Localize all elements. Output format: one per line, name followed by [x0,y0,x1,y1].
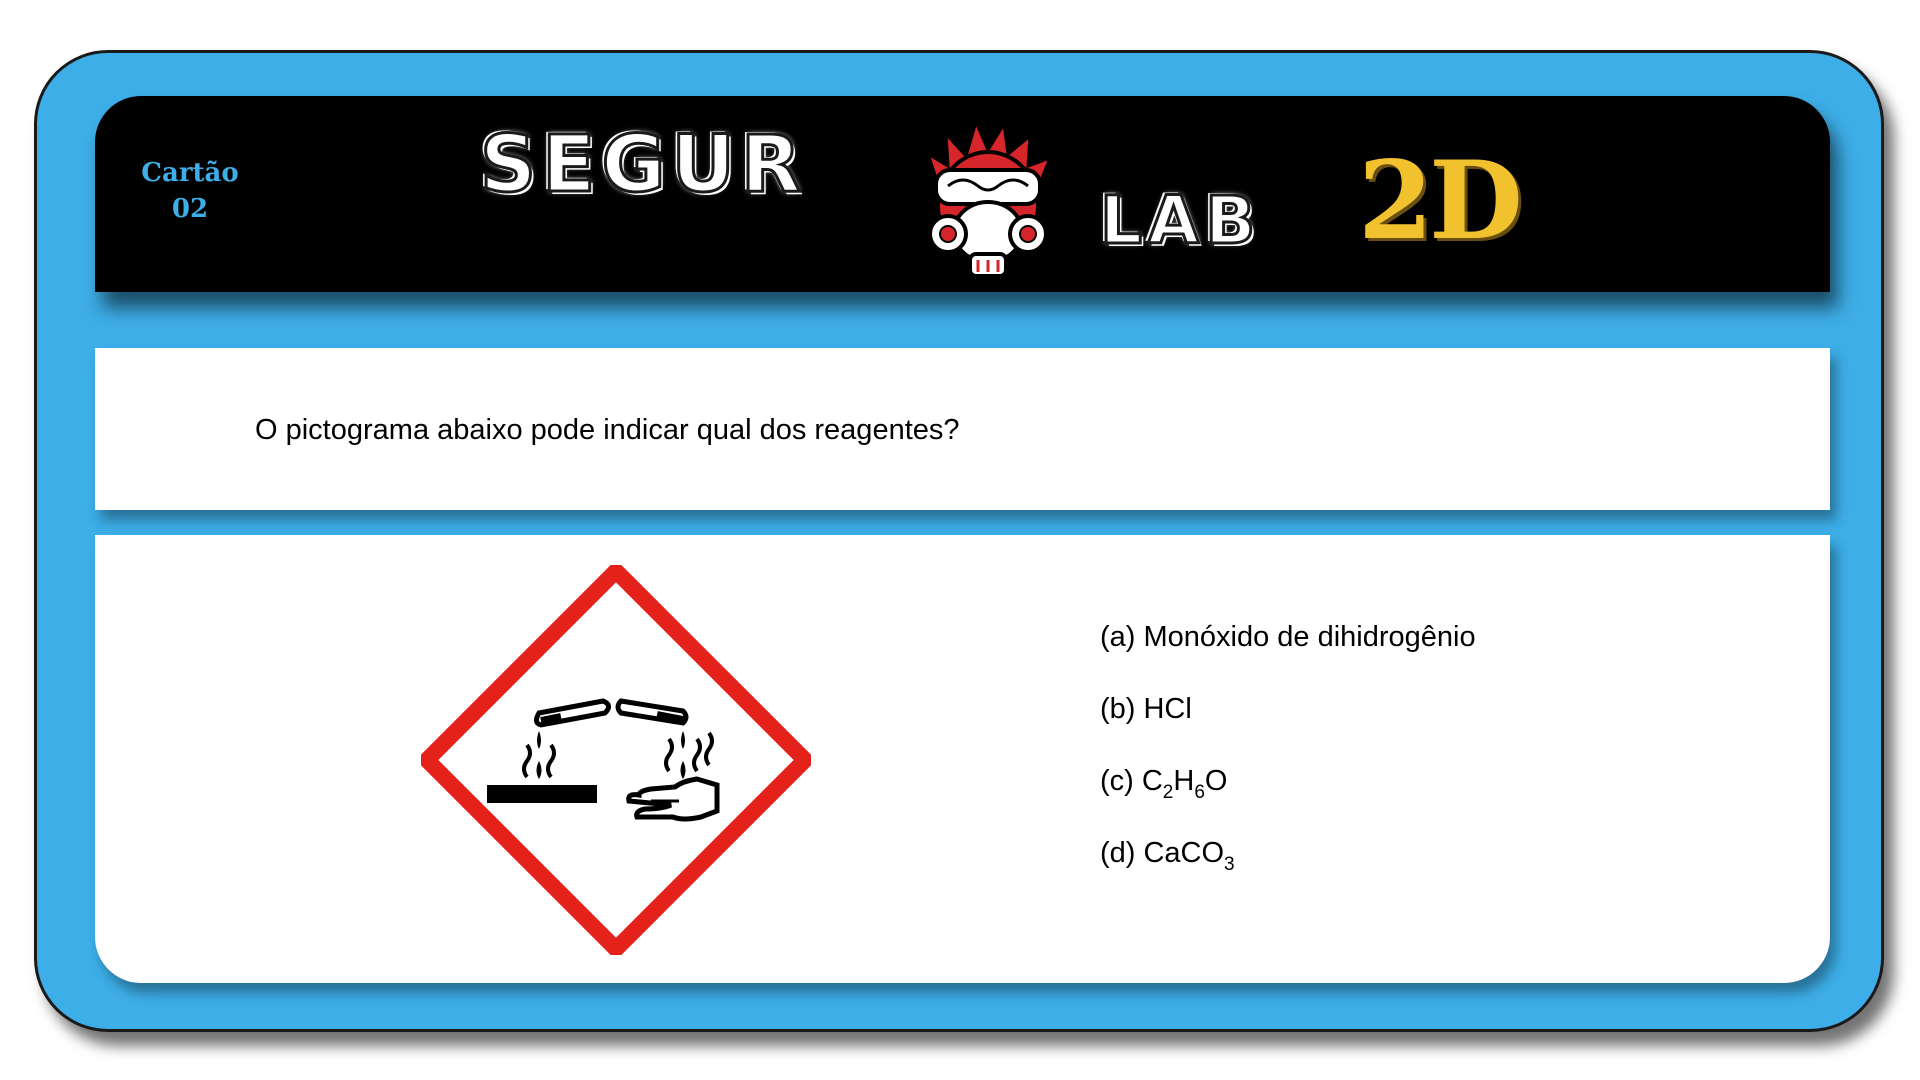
option-c[interactable]: (c) C2H6O [1100,765,1476,837]
option-letter: (b) [1100,693,1136,725]
formula-part: CaCO [1143,837,1225,869]
answer-panel: (a) Monóxido de dihidrogênio (b) HCl (c) C2… [95,535,1830,983]
card-number: Cartão 02 [135,155,245,227]
answer-options: (a) Monóxido de dihidrogênio (b) HCl (c) C2… [1100,621,1476,909]
formula-part: O [1204,765,1228,797]
gas-mask-icon [925,117,1053,278]
logo-2d: 2D [1358,138,1523,264]
ghs-corrosive-icon [421,565,811,955]
option-b[interactable]: (b) HCl [1100,693,1476,765]
logo-word-segur: SEGUR [479,119,807,212]
segurlab-logo: SEGUR LAB 2D [440,100,1523,290]
option-letter: (c) [1100,765,1134,797]
question-text: O pictograma abaixo pode indicar qual do… [255,414,960,446]
formula-part: C [1141,765,1163,797]
option-letter: (a) [1100,621,1136,653]
option-d[interactable]: (d) CaCO3 [1100,837,1476,909]
card-label: Cartão [141,158,239,188]
question-panel: O pictograma abaixo pode indicar qual do… [95,348,1830,510]
formula-subscript: 6 [1194,782,1205,803]
option-letter: (d) [1100,837,1136,869]
option-text: HCl [1143,693,1192,725]
option-a[interactable]: (a) Monóxido de dihidrogênio [1100,621,1476,693]
option-text: Monóxido de dihidrogênio [1143,621,1476,653]
formula-subscript: 3 [1224,854,1235,875]
logo-word-lab: LAB [1098,181,1262,261]
formula-subscript: 2 [1162,782,1174,803]
card-number-value: 02 [171,194,209,224]
formula-part: H [1173,765,1195,797]
